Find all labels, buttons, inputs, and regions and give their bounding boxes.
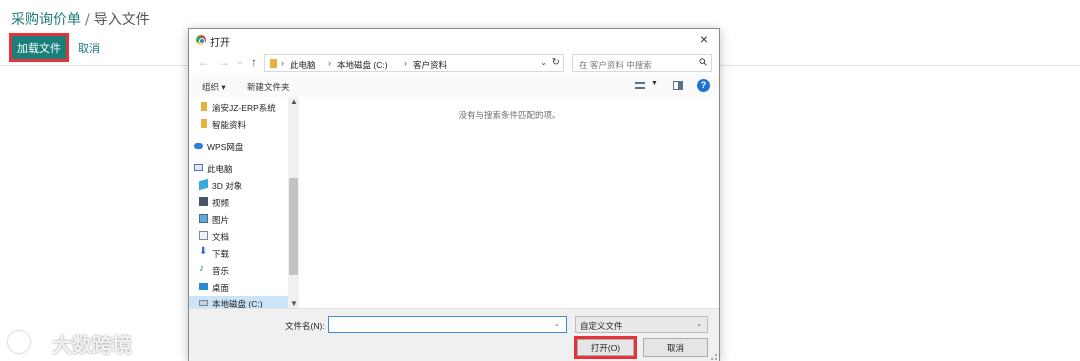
breadcrumb-separator: / — [85, 12, 90, 28]
nav-item-local-disk[interactable]: 本地磁盘 (C:) — [189, 296, 288, 308]
nav-item-videos[interactable]: 视频 — [199, 195, 287, 210]
chevron-down-icon[interactable]: ⌄ — [554, 320, 560, 328]
load-file-highlight: 加载文件 — [9, 33, 69, 62]
watermark-text: 大数跨境 — [52, 333, 132, 357]
chevron-right-icon: › — [328, 58, 331, 68]
nav-item-label: 智能资料 — [212, 120, 247, 130]
folder-icon — [201, 119, 207, 128]
preview-pane-icon[interactable] — [673, 81, 683, 90]
resize-grip-icon[interactable] — [711, 354, 717, 360]
forward-arrow-icon[interactable]: → — [218, 55, 230, 69]
breadcrumb-parent-link[interactable]: 采购询价单 — [11, 12, 81, 28]
nav-item-wps-drive[interactable]: WPS网盘 — [194, 139, 287, 154]
drive-icon — [199, 300, 208, 306]
chevron-right-icon: › — [404, 58, 407, 68]
filetype-select[interactable]: 自定义文件 ⌄ — [575, 316, 708, 333]
nav-item-3d-objects[interactable]: 3D 对象 — [199, 178, 287, 193]
new-folder-button[interactable]: 新建文件夹 — [247, 81, 290, 93]
empty-results-message: 没有与搜索条件匹配的项。 — [458, 110, 561, 120]
address-bar[interactable]: › 此电脑 › 本地磁盘 (C:) › 客户资料 ⌄ ↻ — [264, 54, 564, 72]
nav-item-label: 3D 对象 — [212, 181, 243, 191]
download-icon: ⬇ — [199, 246, 208, 257]
nav-item-label: 桌面 — [212, 283, 230, 293]
nav-item-label: 图片 — [212, 215, 230, 225]
document-icon — [199, 231, 208, 240]
folder-icon — [201, 102, 207, 111]
chevron-down-icon: ⌄ — [696, 321, 702, 328]
nav-item-label: 音乐 — [212, 266, 230, 276]
filetype-value: 自定义文件 — [580, 321, 623, 331]
help-icon[interactable]: ? — [697, 79, 710, 92]
watermark-logo-icon — [8, 331, 30, 353]
chevron-up-icon[interactable]: ▲ — [290, 97, 298, 106]
nav-pane-scrollbar[interactable]: ▲ ▼ — [288, 97, 299, 308]
close-icon[interactable]: × — [695, 31, 713, 47]
cloud-icon — [194, 143, 203, 149]
open-button-highlight: 打开(O) — [574, 336, 637, 359]
scrollbar-thumb[interactable] — [289, 178, 298, 275]
address-row: ← → ⌄ ↑ › 此电脑 › 本地磁盘 (C:) › 客户资料 ⌄ ↻ 在 客… — [189, 51, 719, 75]
nav-item-label: 此电脑 — [207, 164, 233, 174]
nav-item-label: 文档 — [212, 232, 230, 242]
chevron-right-icon: › — [281, 58, 284, 68]
nav-item-music[interactable]: ♪ 音乐 — [199, 263, 287, 278]
nav-item-documents[interactable]: 文档 — [199, 229, 287, 244]
address-segment-pc[interactable]: 此电脑 — [290, 59, 316, 71]
nav-item-this-pc[interactable]: 此电脑 — [194, 161, 287, 176]
nav-item-label: 渝安JZ-ERP系统 — [212, 103, 276, 113]
file-list-area[interactable]: 没有与搜索条件匹配的项。 — [300, 97, 719, 308]
watermark: 大数跨境 — [8, 329, 148, 357]
nav-item-label: 视频 — [212, 198, 230, 208]
search-icon[interactable]: ⚲ — [697, 56, 710, 69]
search-placeholder: 在 客户资料 中搜索 — [579, 60, 652, 70]
breadcrumb-current: 导入文件 — [93, 12, 150, 28]
breadcrumb: 采购询价单 / 导入文件 — [11, 9, 150, 29]
refresh-icon[interactable]: ↻ — [552, 57, 560, 68]
recent-locations-icon[interactable]: ⌄ — [236, 56, 244, 67]
load-file-button[interactable]: 加载文件 — [12, 36, 66, 59]
nav-item-erp-folder[interactable]: 渝安JZ-ERP系统 — [199, 100, 287, 115]
chevron-down-icon[interactable]: ▼ — [290, 299, 298, 308]
command-bar: 组织 ▾ 新建文件夹 ▼ ? — [189, 75, 719, 97]
dialog-footer: 文件名(N): ⌄ 自定义文件 ⌄ 打开(O) 取消 — [189, 308, 719, 361]
nav-item-pictures[interactable]: 图片 — [199, 212, 287, 227]
filename-input[interactable] — [328, 316, 567, 333]
chevron-down-icon[interactable]: ▼ — [651, 80, 658, 87]
music-icon: ♪ — [199, 263, 204, 274]
nav-item-label: WPS网盘 — [207, 142, 244, 152]
nav-item-desktop[interactable]: 桌面 — [199, 280, 287, 295]
address-segment-drive[interactable]: 本地磁盘 (C:) — [337, 59, 388, 71]
cancel-link[interactable]: 取消 — [78, 40, 100, 56]
nav-item-smart-docs[interactable]: 智能资料 — [199, 117, 287, 132]
cancel-button[interactable]: 取消 — [643, 338, 708, 357]
filename-label: 文件名(N): — [285, 321, 325, 331]
organize-menu[interactable]: 组织 ▾ — [202, 81, 226, 93]
video-icon — [199, 197, 208, 206]
address-segment-folder[interactable]: 客户资料 — [413, 59, 447, 71]
back-arrow-icon[interactable]: ← — [198, 55, 210, 69]
chevron-down-icon[interactable]: ⌄ — [540, 58, 547, 67]
search-input[interactable]: 在 客户资料 中搜索 ⚲ — [572, 54, 712, 72]
up-arrow-icon[interactable]: ↑ — [251, 55, 257, 69]
cube-3d-icon — [199, 178, 208, 191]
dialog-titlebar: 打开 × — [189, 29, 719, 51]
desktop-icon — [199, 283, 208, 290]
open-button[interactable]: 打开(O) — [577, 339, 634, 356]
picture-icon — [199, 214, 208, 223]
folder-icon — [270, 59, 277, 68]
nav-item-label: 下载 — [212, 249, 230, 259]
open-file-dialog: 打开 × ← → ⌄ ↑ › 此电脑 › 本地磁盘 (C:) › 客户资料 ⌄ … — [188, 28, 720, 361]
nav-item-downloads[interactable]: ⬇ 下载 — [199, 246, 287, 261]
navigation-pane: 渝安JZ-ERP系统 智能资料 WPS网盘 此电脑 3D 对象 视频 图片 文档… — [189, 97, 299, 308]
chrome-icon — [196, 35, 206, 45]
view-options-icon[interactable] — [635, 82, 645, 89]
dialog-title: 打开 — [210, 38, 230, 49]
computer-icon — [194, 164, 203, 171]
nav-item-label: 本地磁盘 (C:) — [212, 299, 263, 308]
